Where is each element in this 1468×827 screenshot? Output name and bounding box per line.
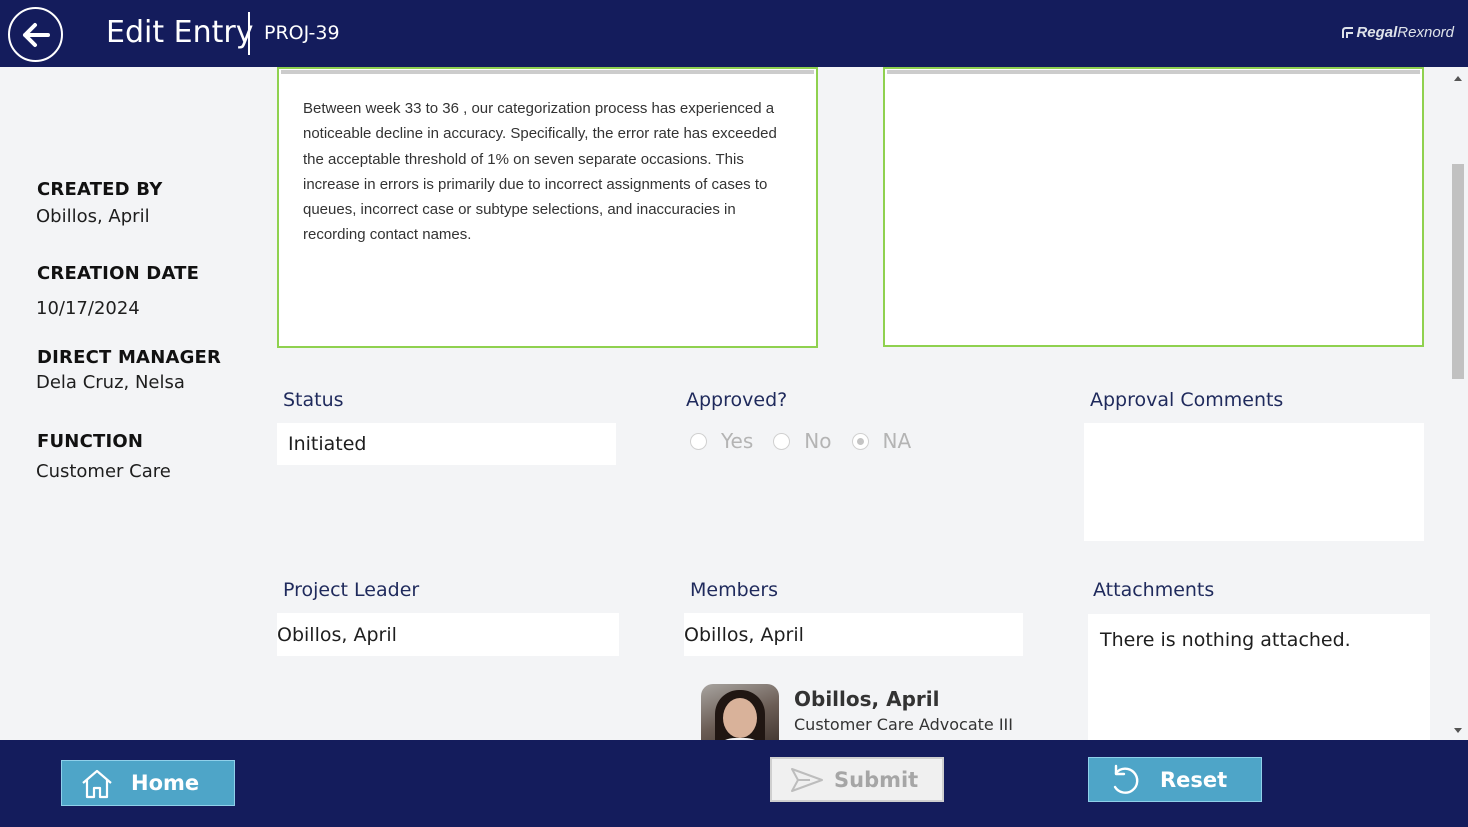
company-logo: RegalRexnord <box>1342 24 1454 41</box>
home-icon <box>82 769 112 799</box>
radio-button[interactable] <box>773 432 791 450</box>
status-value: Initiated <box>288 433 367 455</box>
scroll-up-arrow-icon[interactable] <box>1454 76 1462 81</box>
back-button[interactable] <box>8 7 63 62</box>
attachments-empty-text: There is nothing attached. <box>1100 629 1351 651</box>
secondary-textbox[interactable] <box>883 67 1424 347</box>
approval-comments-label: Approval Comments <box>1090 389 1284 411</box>
send-icon <box>791 768 823 792</box>
status-field[interactable]: Initiated <box>277 423 616 465</box>
member-role: Customer Care Advocate III <box>794 715 1013 734</box>
scrollbar-thumb[interactable] <box>1452 164 1464 379</box>
arrow-left-icon <box>22 22 50 47</box>
top-bar: Edit Entry PROJ-39 RegalRexnord <box>0 0 1468 67</box>
approved-option-na[interactable]: NA <box>851 429 911 453</box>
members-value: Obillos, April <box>684 623 804 646</box>
textbox-top-bar <box>887 70 1420 74</box>
form-content: CREATED BY Obillos, April CREATION DATE … <box>0 67 1468 740</box>
approved-option-no[interactable]: No <box>773 429 832 453</box>
project-leader-label: Project Leader <box>283 579 420 601</box>
vertical-scrollbar[interactable] <box>1448 67 1468 740</box>
radio-button-selected[interactable] <box>851 432 869 450</box>
scroll-down-arrow-icon[interactable] <box>1454 728 1462 733</box>
title-divider <box>248 12 250 55</box>
description-text: Between week 33 to 36 , our categorizati… <box>303 100 777 244</box>
undo-icon <box>1113 764 1139 794</box>
created-by-label: CREATED BY <box>37 179 163 200</box>
members-label: Members <box>690 579 779 601</box>
direct-manager-label: DIRECT MANAGER <box>37 347 222 368</box>
creation-date-label: CREATION DATE <box>37 263 200 284</box>
status-label: Status <box>283 389 344 411</box>
home-button[interactable]: Home <box>61 760 235 806</box>
bottom-bar: Home Submit Reset <box>0 740 1468 827</box>
creation-date-value: 10/17/2024 <box>36 298 140 319</box>
logo-mark-icon <box>1342 26 1354 38</box>
submit-button[interactable]: Submit <box>770 757 944 802</box>
project-id: PROJ-39 <box>264 22 340 44</box>
project-leader-field[interactable]: Obillos, April <box>277 613 619 656</box>
avatar <box>701 684 779 740</box>
radio-button[interactable] <box>690 432 707 450</box>
function-value: Customer Care <box>36 461 171 482</box>
direct-manager-value: Dela Cruz, Nelsa <box>36 372 185 393</box>
approved-radio-group: Yes No NA <box>690 429 931 453</box>
function-label: FUNCTION <box>37 431 144 452</box>
project-leader-value: Obillos, April <box>277 623 397 646</box>
textbox-top-bar <box>281 70 814 74</box>
approved-label: Approved? <box>686 389 788 411</box>
attachments-label: Attachments <box>1093 579 1215 601</box>
members-field[interactable]: Obillos, April <box>684 613 1023 656</box>
attachments-box[interactable]: There is nothing attached. <box>1088 614 1430 740</box>
created-by-value: Obillos, April <box>36 206 150 227</box>
reset-button[interactable]: Reset <box>1088 757 1262 802</box>
approved-option-yes[interactable]: Yes <box>690 429 753 453</box>
page-title: Edit Entry <box>106 15 254 50</box>
member-name: Obillos, April <box>794 687 940 711</box>
approval-comments-field[interactable] <box>1084 423 1424 541</box>
description-textbox[interactable]: Between week 33 to 36 , our categorizati… <box>277 67 818 348</box>
